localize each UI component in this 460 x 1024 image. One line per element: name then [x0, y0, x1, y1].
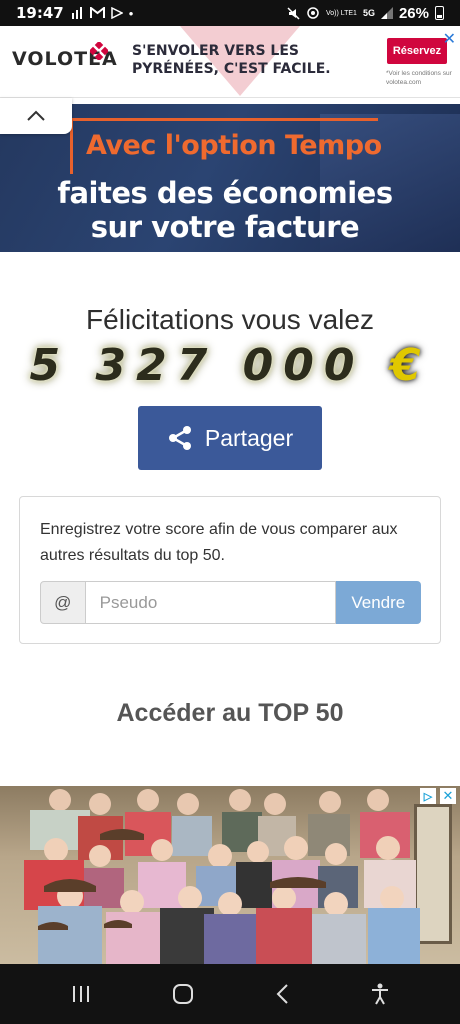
android-nav-bar: [0, 964, 460, 1024]
score-currency: €: [389, 340, 431, 391]
signal-bars-icon: [71, 7, 82, 19]
hotspot-icon: [307, 7, 319, 19]
banner-subline: faites des économies sur votre facture: [0, 176, 450, 244]
share-button[interactable]: Partager: [138, 406, 322, 470]
ad-slogan: S'ENVOLER VERS LES PYRÉNÉES, C'EST FACIL…: [132, 43, 331, 77]
share-label: Partager: [204, 424, 294, 451]
cell-signal-icon: [380, 7, 393, 19]
pseudo-input-group: @ Vendre: [40, 581, 421, 624]
banner-subline-2: sur votre facture: [90, 210, 360, 244]
battery-percent: 26%: [398, 4, 429, 22]
volotea-mark-icon: [90, 42, 108, 60]
status-time: 19:47: [16, 4, 64, 22]
top50-link[interactable]: Accéder au TOP 50: [0, 699, 460, 728]
score-form-card: Enregistrez votre score afin de vous com…: [19, 496, 441, 644]
vendre-button[interactable]: Vendre: [335, 581, 421, 624]
ad-banner-top[interactable]: VOLOTEA S'ENVOLER VERS LES PYRÉNÉES, C'E…: [0, 26, 460, 98]
share-icon: [168, 426, 191, 450]
ad-banner-bottom[interactable]: ▷ ✕: [0, 786, 460, 964]
collapse-ad-button[interactable]: [0, 98, 72, 134]
banner-headline: Avec l'option Tempo: [86, 130, 382, 161]
mute-icon: [287, 6, 300, 20]
ad-badge: ▷ ✕: [420, 788, 456, 804]
class-photo-image: [24, 789, 420, 964]
ad-reserve-button[interactable]: Réservez: [387, 38, 447, 64]
ad-close-icon[interactable]: ✕: [443, 29, 456, 49]
close-icon[interactable]: ✕: [440, 788, 456, 804]
back-icon[interactable]: [274, 982, 290, 1006]
score-form-text: Enregistrez votre score afin de vous com…: [40, 521, 398, 564]
status-bar: 19:47 • Vo)) LTE1 5G 26%: [0, 0, 460, 26]
network-label: 5G: [362, 8, 375, 18]
home-icon[interactable]: [171, 982, 195, 1006]
congrats-text: Félicitations vous valez: [86, 304, 374, 335]
play-store-icon: [111, 7, 123, 19]
battery-icon: [435, 6, 444, 20]
system-icons: Vo)) LTE1 5G 26%: [287, 5, 444, 22]
accessibility-icon[interactable]: [369, 982, 391, 1006]
recents-icon[interactable]: [70, 984, 92, 1004]
banner-subline-1: faites des économies: [57, 176, 393, 210]
gmail-icon: [89, 7, 105, 18]
at-addon: @: [40, 581, 86, 624]
volte-label: Vo)) LTE1: [325, 9, 357, 17]
score-value: 5 327 000 €: [0, 340, 460, 391]
adchoices-icon[interactable]: ▷: [420, 788, 436, 804]
chevron-up-icon: [27, 110, 45, 121]
notification-icons: •: [71, 5, 134, 21]
dot-icon: •: [128, 5, 134, 21]
pseudo-input[interactable]: [85, 581, 336, 624]
ad-note: *Voir les conditions sur volotea.com: [386, 70, 452, 86]
score-amount: 5 327 000: [29, 340, 365, 391]
